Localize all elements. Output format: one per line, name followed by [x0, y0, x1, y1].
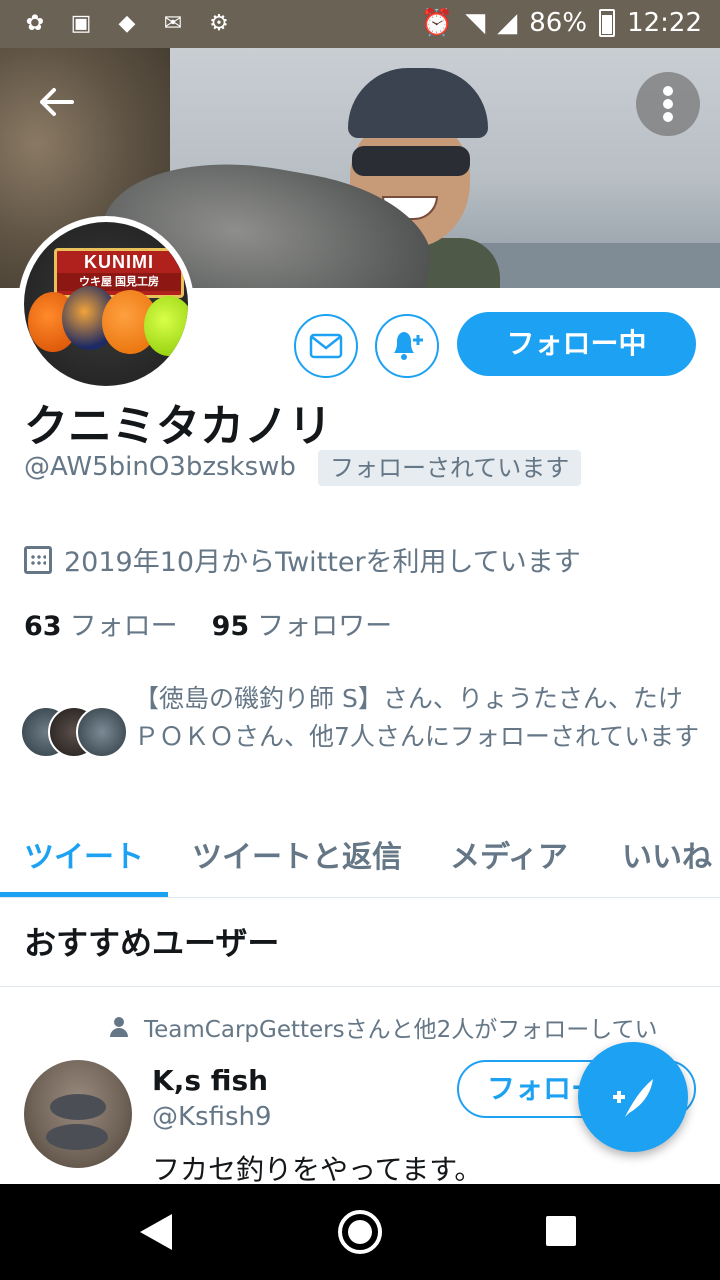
app-d-icon: ▣ [70, 10, 92, 36]
person-icon [110, 1017, 128, 1037]
tab-media[interactable]: メディア [450, 832, 568, 876]
nav-recents-icon[interactable] [546, 1216, 576, 1246]
mutual-avatars [20, 706, 130, 762]
profile-tabs: ツイート ツイートと返信 メディア いいね [0, 820, 720, 898]
mutual-followers-text: 【徳島の磯釣り師 S】さん、りょうたさん、たけＰＯＫＯさん、他7人さんにフォロー… [134, 684, 700, 751]
follow-counts: 63 フォロー 95 フォロワー [24, 604, 392, 643]
active-tab-indicator [0, 892, 168, 897]
mail-icon [309, 333, 343, 359]
profile-handle: @AW5binO3bzskswb [24, 452, 296, 482]
compose-icon [613, 1079, 653, 1117]
user-avatar[interactable] [24, 1060, 132, 1168]
notify-button[interactable] [375, 314, 439, 378]
joined-text: 2019年10月からTwitterを利用しています [64, 547, 581, 578]
signal-icon: ◢ [497, 8, 518, 38]
pinwheel-icon: ✿ [25, 10, 45, 36]
message-button[interactable] [294, 314, 358, 378]
banner-sea [480, 243, 720, 288]
tab-likes[interactable]: いいね [622, 832, 712, 876]
divider [0, 986, 720, 987]
status-bar: ✿ ▣ ◆ ✉ ⚙ ⏰ ◥ ◢ 86% 12:22 [0, 0, 720, 48]
recommended-title: おすすめユーザー [24, 924, 280, 962]
mail-notification-icon: ✉ [163, 10, 183, 36]
tab-tweets[interactable]: ツイート [24, 832, 144, 876]
compose-tweet-button[interactable] [578, 1042, 688, 1152]
tab-tweets-replies[interactable]: ツイートと返信 [192, 832, 402, 876]
notification-icons: ✿ ▣ ◆ ✉ ⚙ [20, 8, 234, 38]
more-options-button[interactable] [636, 72, 700, 136]
profile-avatar[interactable]: KUNIMI ウキ屋 国見工房 [18, 216, 194, 392]
battery-icon [599, 9, 616, 37]
system-status: ⏰ ◥ ◢ 86% 12:22 [421, 8, 702, 38]
battery-percent: 86% [529, 8, 588, 38]
nav-back-icon[interactable] [140, 1214, 172, 1250]
user-handle: @Ksfish9 [152, 1102, 272, 1132]
calendar-icon [24, 545, 52, 574]
clock: 12:22 [627, 8, 702, 38]
user-bio: フカセ釣りをやってます。 [152, 1153, 483, 1186]
alarm-icon: ⏰ [420, 8, 454, 38]
kura-icon: ◆ [118, 10, 136, 36]
followers-count[interactable]: 95 フォロワー [212, 604, 393, 643]
back-arrow-icon[interactable] [26, 82, 86, 130]
user-name[interactable]: K,s fish [152, 1064, 268, 1097]
following-count[interactable]: 63 フォロー [24, 604, 178, 643]
bell-plus-icon [394, 332, 423, 360]
nav-home-icon[interactable] [338, 1210, 382, 1254]
social-context-text: TeamCarpGettersさんと他2人がフォローしてい [144, 1017, 658, 1043]
following-button[interactable]: フォロー中 [457, 312, 696, 376]
joined-date: 2019年10月からTwitterを利用しています [24, 540, 581, 579]
system-nav-bar [0, 1184, 720, 1280]
profile-name: クニミタカノリ [24, 401, 332, 452]
settings-notification-icon: ⚙ [209, 10, 229, 36]
wifi-icon: ◥ [465, 8, 486, 38]
follows-you-badge: フォローされています [318, 450, 582, 486]
social-context: TeamCarpGettersさんと他2人がフォローしてい [110, 1010, 720, 1044]
